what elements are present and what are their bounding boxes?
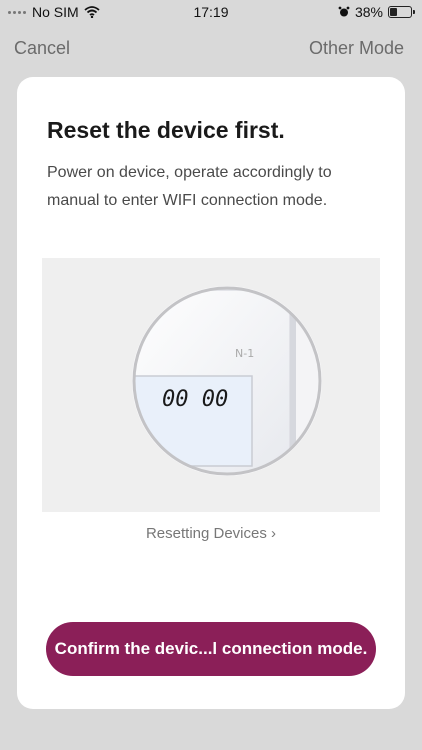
device-illustration: N-1 00 00	[42, 258, 380, 512]
instruction-text: Power on device, operate accordingly to …	[47, 164, 332, 209]
device-model-label: N-1	[235, 347, 254, 360]
resetting-devices-link[interactable]: Resetting Devices ›	[17, 525, 405, 542]
page-title: Reset the device first.	[47, 117, 285, 143]
confirm-button[interactable]: Confirm the devic...l connection mode.	[46, 622, 376, 676]
device-magnifier-image: N-1 00 00	[132, 286, 322, 476]
resetting-devices-label: Resetting Devices	[145, 525, 267, 542]
chevron-right-icon: ›	[271, 525, 277, 542]
battery-percent: 38%	[354, 4, 383, 20]
battery-icon	[388, 6, 415, 18]
other-mode-button[interactable]: Other Mode	[309, 38, 404, 59]
nav-bar: Cancel Other Mode	[0, 30, 422, 66]
status-right: 38%	[338, 4, 415, 20]
lcd-display-value: 00 00	[162, 387, 228, 412]
status-bar: No SIM 17:19 38%	[0, 0, 422, 24]
reset-card: Reset the device first. Power on device,…	[17, 77, 405, 709]
cancel-button[interactable]: Cancel	[14, 38, 70, 59]
alarm-icon	[338, 6, 350, 17]
